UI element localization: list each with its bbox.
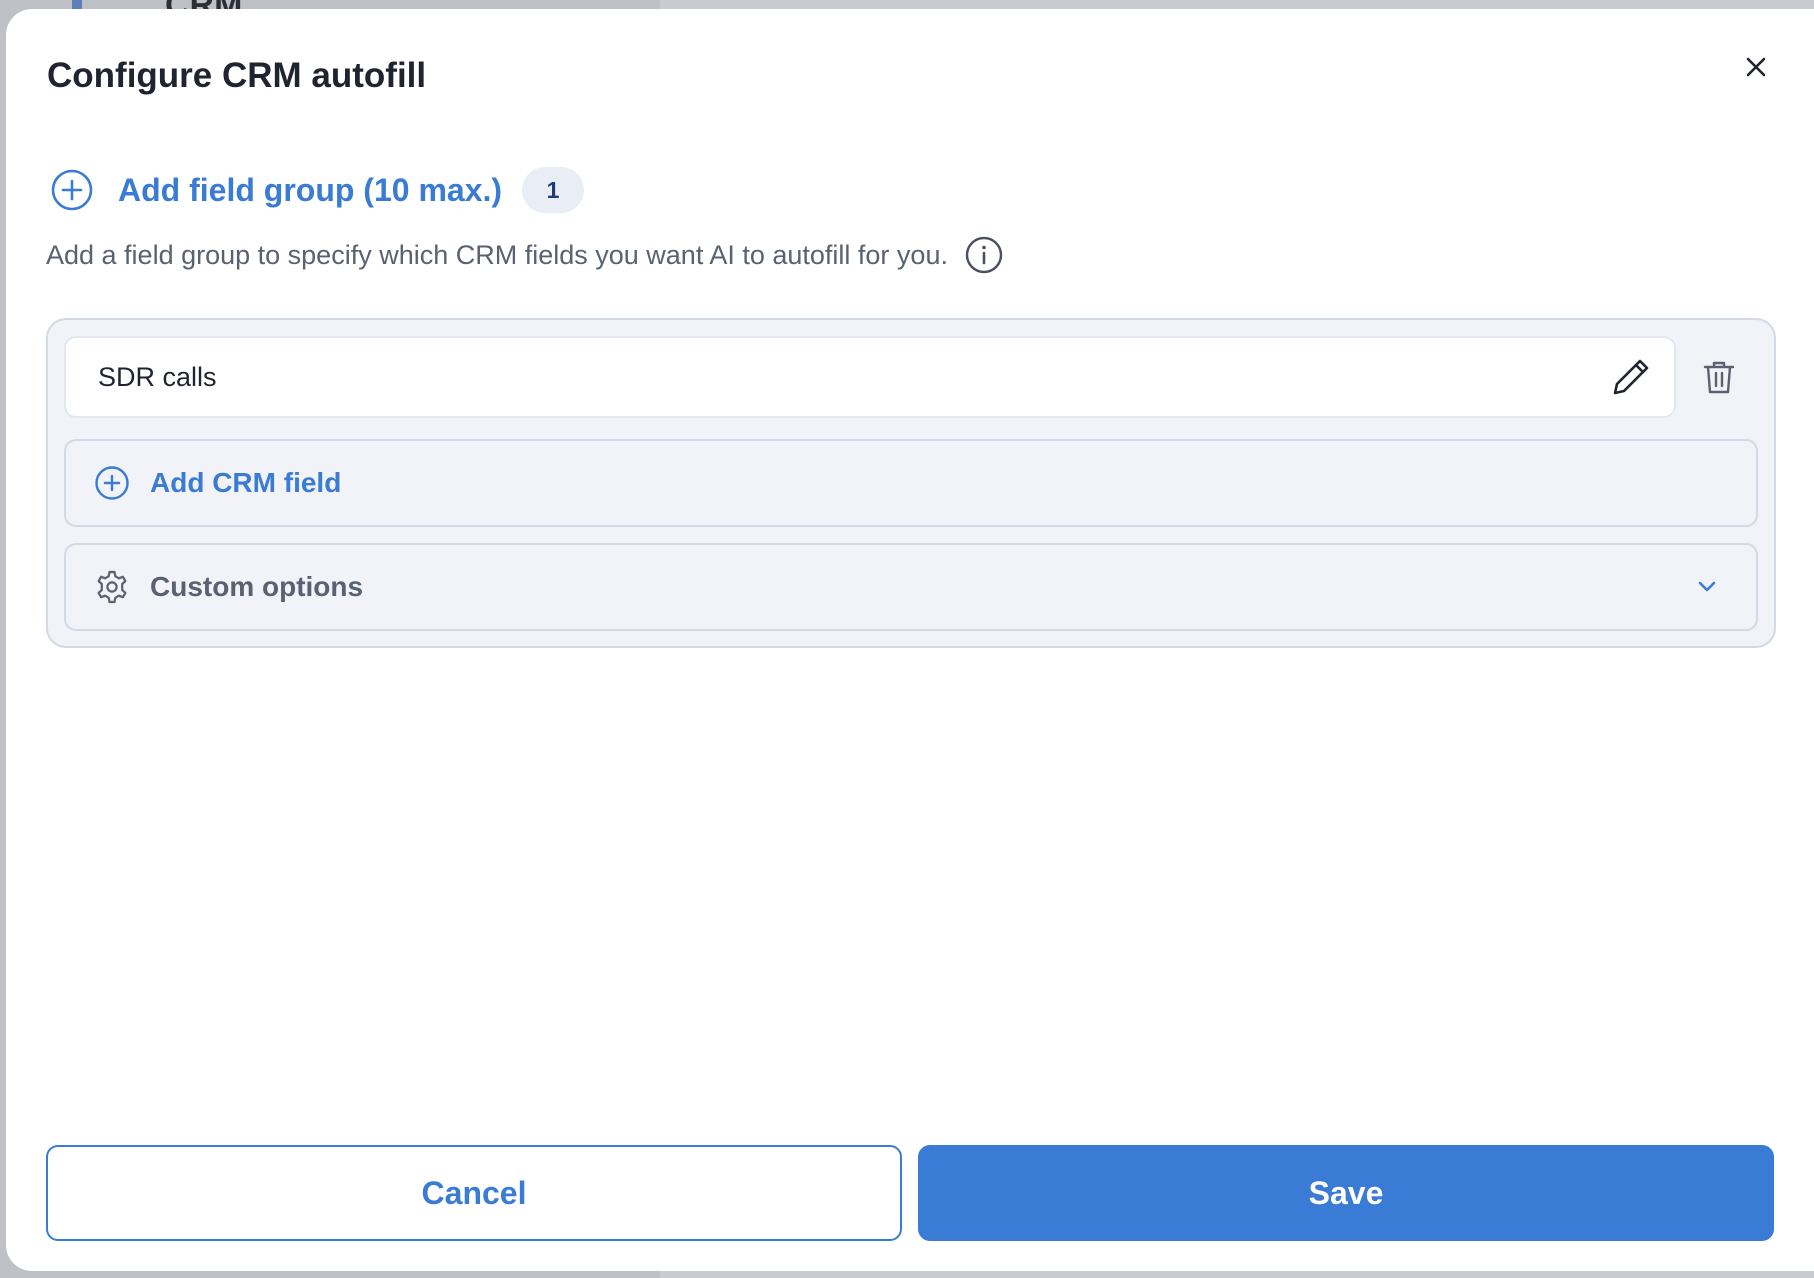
- close-icon: [1746, 57, 1766, 77]
- field-group-name-field[interactable]: SDR calls: [64, 336, 1676, 418]
- configure-crm-autofill-dialog: Configure CRM autofill Add field group (…: [6, 9, 1814, 1271]
- add-field-group-label: Add field group (10 max.): [118, 171, 503, 208]
- close-button[interactable]: [1736, 47, 1776, 87]
- field-group-card: SDR calls Add CRM field Custom options: [46, 318, 1776, 648]
- cancel-button[interactable]: Cancel: [46, 1145, 902, 1241]
- description-text: Add a field group to specify which CRM f…: [46, 239, 948, 270]
- plus-circle-icon: [94, 465, 130, 501]
- trash-icon: [1703, 361, 1735, 394]
- pencil-icon: [1613, 359, 1649, 395]
- custom-options-label: Custom options: [150, 571, 364, 602]
- dialog-title: Configure CRM autofill: [47, 56, 427, 95]
- gear-icon: [94, 569, 130, 605]
- add-crm-field-label: Add CRM field: [150, 467, 342, 498]
- chevron-down-icon: [1692, 572, 1722, 602]
- description: Add a field group to specify which CRM f…: [46, 235, 1004, 275]
- info-icon[interactable]: [964, 235, 1004, 275]
- save-button[interactable]: Save: [918, 1145, 1774, 1241]
- plus-circle-icon: [50, 168, 94, 212]
- add-crm-field-button[interactable]: Add CRM field: [64, 439, 1758, 527]
- field-group-name: SDR calls: [98, 361, 217, 392]
- add-field-group-button[interactable]: Add field group (10 max.) 1: [50, 164, 585, 216]
- edit-group-name-button[interactable]: [1608, 354, 1654, 400]
- custom-options-toggle[interactable]: Custom options: [64, 543, 1758, 631]
- delete-group-button[interactable]: [1696, 354, 1742, 400]
- field-group-count-badge: 1: [522, 167, 585, 213]
